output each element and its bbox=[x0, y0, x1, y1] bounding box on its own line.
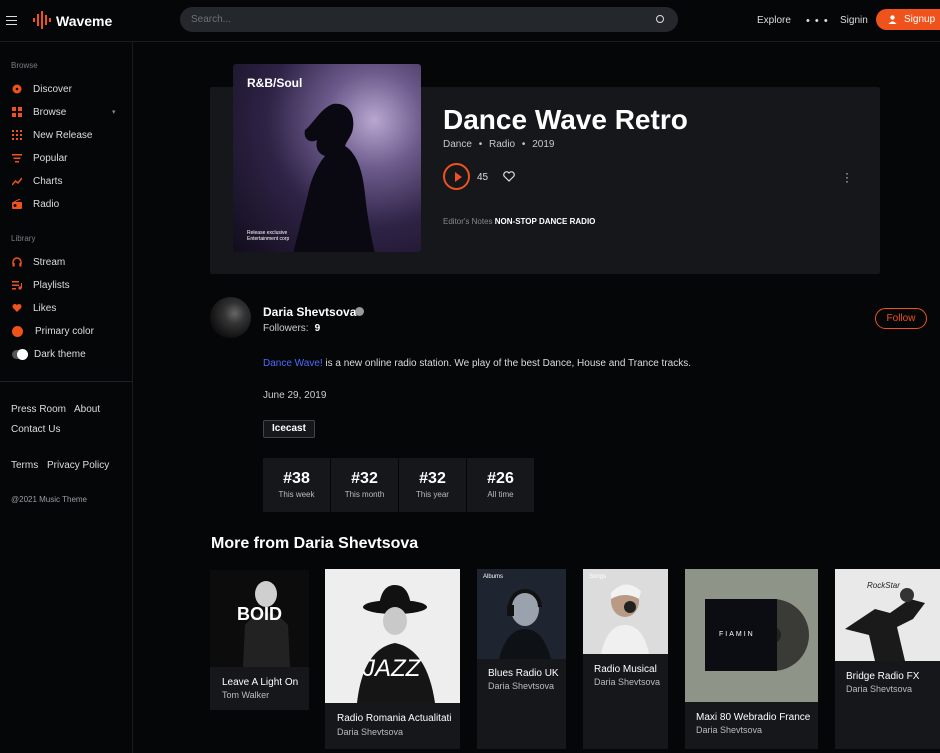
year-text: 2019 bbox=[532, 139, 555, 150]
search-input[interactable]: Search... bbox=[180, 7, 678, 32]
art-label: Albums bbox=[483, 574, 504, 580]
card-art: RockStar bbox=[835, 569, 940, 661]
verified-icon bbox=[355, 307, 364, 316]
sidebar-divider bbox=[0, 381, 133, 382]
sidebar-item-primary-color[interactable]: Primary color bbox=[12, 324, 94, 338]
signup-button[interactable]: Signup bbox=[876, 9, 940, 30]
like-heart-icon[interactable] bbox=[503, 171, 515, 182]
headphones-icon bbox=[12, 257, 22, 267]
library-heading: Library bbox=[11, 234, 36, 243]
terms-link[interactable]: Terms bbox=[11, 460, 38, 471]
followers: Followers: 9 bbox=[263, 323, 321, 334]
card-art: JAZZ bbox=[325, 569, 460, 703]
grid-icon bbox=[12, 107, 22, 117]
art-text: BOID bbox=[237, 604, 282, 624]
sidebar: Browse Discover Browse New Release Popul… bbox=[0, 42, 133, 753]
sidebar-item-popular[interactable]: Popular bbox=[12, 151, 67, 165]
release-date: June 29, 2019 bbox=[263, 390, 327, 401]
sidebar-item-playlists[interactable]: Playlists bbox=[12, 278, 70, 292]
follow-button[interactable]: Follow bbox=[875, 308, 927, 329]
popular-icon bbox=[12, 154, 22, 163]
rank-stats: #38 This week #32 This month #32 This year … bbox=[263, 458, 535, 512]
avatar[interactable] bbox=[210, 297, 251, 338]
explore-link[interactable]: Explore bbox=[757, 15, 791, 26]
card-bridge-radio-fx[interactable]: RockStar Bridge Radio FX Daria Shevtsova bbox=[835, 569, 940, 749]
signin-link[interactable]: Signin bbox=[840, 15, 868, 26]
art-text: JAZZ bbox=[363, 655, 421, 682]
chart-icon bbox=[12, 177, 22, 186]
play-icon bbox=[455, 172, 462, 182]
meta-separator: • bbox=[521, 139, 526, 150]
playlist-icon bbox=[12, 281, 22, 290]
card-blues-radio-uk[interactable]: Albums Blues Radio UK Daria Shevtsova bbox=[477, 569, 566, 749]
sidebar-item-new-release[interactable]: New Release bbox=[12, 128, 92, 142]
cover-label: R&B/Soul bbox=[247, 76, 303, 90]
station-meta: Dance • Radio • 2019 bbox=[443, 139, 558, 150]
more-from-heading: More from Daria Shevtsova bbox=[211, 535, 419, 552]
card-art: BOID bbox=[210, 570, 309, 667]
top-bar: Waveme Search... Explore • • • Signin Si… bbox=[0, 0, 940, 42]
disc-icon bbox=[12, 84, 22, 94]
sidebar-item-browse[interactable]: Browse bbox=[12, 105, 66, 119]
chevron-down-icon[interactable]: ▾ bbox=[112, 108, 116, 116]
play-count: 45 bbox=[477, 172, 489, 183]
browse-heading: Browse bbox=[11, 61, 38, 70]
card-maxi-80[interactable]: FIAMIN Maxi 80 Webradio France Daria She… bbox=[685, 569, 818, 749]
play-button[interactable] bbox=[443, 163, 470, 190]
user-icon bbox=[888, 15, 897, 24]
menu-icon[interactable] bbox=[6, 16, 17, 25]
station-description: Dance Wave! is a new online radio statio… bbox=[263, 358, 692, 369]
more-menu-icon[interactable]: • • • bbox=[806, 15, 829, 27]
card-art: Albums bbox=[477, 569, 566, 659]
sidebar-item-radio[interactable]: Radio bbox=[12, 197, 59, 211]
card-leave-a-light-on[interactable]: BOID Leave A Light On Tom Walker bbox=[210, 570, 309, 710]
new-release-icon bbox=[12, 130, 22, 140]
card-radio-musical[interactable]: Songs Radio Musical Daria Shevtsova bbox=[583, 569, 668, 749]
more-vertical-icon[interactable]: · · · bbox=[845, 167, 849, 187]
heart-icon bbox=[12, 304, 22, 312]
cover-credit: Release exclusive Entertainment corp bbox=[247, 230, 290, 242]
logo-icon bbox=[33, 11, 51, 29]
card-radio-romania[interactable]: JAZZ Radio Romania Actualitati Daria She… bbox=[325, 569, 460, 749]
card-art: Songs bbox=[583, 569, 668, 654]
genre-link[interactable]: Dance bbox=[443, 139, 472, 150]
stat-this-year: #32 This year bbox=[399, 458, 467, 512]
stat-this-week: #38 This week bbox=[263, 458, 331, 512]
art-text: RockStar bbox=[867, 581, 900, 590]
toggle-icon[interactable] bbox=[12, 348, 28, 360]
tag-icecast[interactable]: Icecast bbox=[263, 420, 315, 438]
meta-separator: • bbox=[478, 139, 483, 150]
privacy-link[interactable]: Privacy Policy bbox=[47, 460, 109, 471]
sidebar-item-stream[interactable]: Stream bbox=[12, 255, 65, 269]
color-dot-icon bbox=[12, 325, 23, 337]
search-icon[interactable] bbox=[656, 15, 664, 23]
brand-name[interactable]: Waveme bbox=[56, 13, 112, 29]
stat-all-time: #26 All time bbox=[467, 458, 535, 512]
contact-link[interactable]: Contact Us bbox=[11, 424, 60, 435]
silhouette-image bbox=[293, 103, 375, 252]
art-label: Songs bbox=[589, 574, 607, 580]
sidebar-item-dark-theme[interactable]: Dark theme bbox=[12, 347, 86, 361]
artist-name[interactable]: Daria Shevtsova bbox=[263, 305, 356, 319]
type-link[interactable]: Radio bbox=[489, 139, 515, 150]
sidebar-item-likes[interactable]: Likes bbox=[12, 301, 56, 315]
search-placeholder: Search... bbox=[191, 14, 232, 25]
about-link[interactable]: About bbox=[74, 404, 100, 415]
station-cover[interactable]: R&B/Soul Release exclusive Entertainment… bbox=[233, 64, 421, 252]
stat-this-month: #32 This month bbox=[331, 458, 399, 512]
editors-notes: Editor's Notes NON-STOP DANCE RADIO bbox=[443, 217, 596, 226]
copyright: @2021 Music Theme bbox=[11, 495, 88, 504]
card-art: FIAMIN bbox=[685, 569, 818, 702]
art-text: FIAMIN bbox=[719, 631, 755, 638]
sidebar-item-discover[interactable]: Discover bbox=[12, 82, 72, 96]
description-link[interactable]: Dance Wave! bbox=[263, 358, 323, 369]
sidebar-item-charts[interactable]: Charts bbox=[12, 174, 62, 188]
press-room-link[interactable]: Press Room bbox=[11, 404, 66, 415]
radio-icon bbox=[12, 199, 22, 209]
page-title: Dance Wave Retro bbox=[443, 104, 688, 135]
